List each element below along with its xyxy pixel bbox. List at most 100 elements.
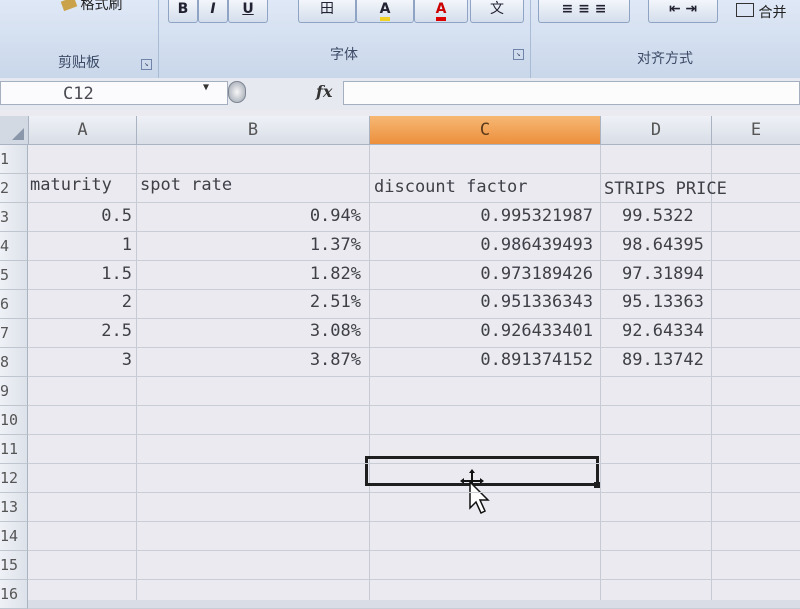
spot-rate-cell[interactable]: 3.08% <box>141 321 361 341</box>
row-header[interactable]: 13 <box>0 493 28 522</box>
row-header[interactable]: 9 <box>0 377 28 406</box>
spot-rate-cell[interactable]: 1.37% <box>141 235 361 255</box>
column-header-e[interactable]: E <box>712 116 800 145</box>
grid-line <box>600 145 601 600</box>
strips-price-cell[interactable]: 98.64395 <box>622 235 728 255</box>
row-header[interactable]: 2 <box>0 174 28 203</box>
column-header-d[interactable]: D <box>601 116 712 145</box>
discount-factor-cell[interactable]: 0.926433401 <box>373 321 593 341</box>
merge-label: 合并 <box>758 5 787 21</box>
spot-rate-cell[interactable]: 0.94% <box>141 206 361 226</box>
header-spot-rate[interactable]: spot rate <box>140 175 232 195</box>
discount-factor-cell[interactable]: 0.995321987 <box>373 206 593 226</box>
fill-color-button[interactable]: A <box>356 0 414 23</box>
underline-button[interactable]: U <box>228 0 268 23</box>
header-maturity[interactable]: maturity <box>30 175 112 195</box>
alignment-group-label: 对齐方式 <box>637 51 693 67</box>
discount-factor-cell[interactable]: 0.891374152 <box>373 350 593 370</box>
maturity-cell[interactable]: 2.5 <box>32 321 132 341</box>
italic-button[interactable]: I <box>198 0 228 23</box>
row-header[interactable]: 5 <box>0 261 28 290</box>
insert-function-button[interactable]: fx <box>316 82 332 101</box>
format-painter-label: 格式刷 <box>80 0 123 13</box>
row-header[interactable]: 16 <box>0 580 28 609</box>
row-header[interactable]: 3 <box>0 203 28 232</box>
bold-button[interactable]: B <box>168 0 198 23</box>
merge-button[interactable]: 合并 <box>736 2 786 22</box>
grid-line <box>28 347 800 348</box>
formula-input[interactable] <box>343 81 800 105</box>
maturity-cell[interactable]: 3 <box>32 350 132 370</box>
row-header[interactable]: 1 <box>0 145 28 174</box>
maturity-cell[interactable]: 0.5 <box>32 206 132 226</box>
strips-price-cell[interactable]: 99.5322 <box>622 206 728 226</box>
header-discount-factor[interactable]: discount factor <box>374 177 528 197</box>
select-all-button[interactable] <box>0 116 29 145</box>
grid-line <box>369 145 370 600</box>
grid-line <box>28 231 800 232</box>
clipboard-group-label: 剪贴板 <box>58 55 100 71</box>
strips-price-cell[interactable]: 92.64334 <box>622 321 728 341</box>
column-header-a[interactable]: A <box>29 116 137 145</box>
row-header[interactable]: 8 <box>0 348 28 377</box>
indent-icon: ⇤ ⇥ <box>668 1 698 17</box>
spot-rate-cell[interactable]: 3.87% <box>141 350 361 370</box>
column-header-c[interactable]: C <box>370 116 601 145</box>
grid-line <box>28 376 800 377</box>
row-header[interactable]: 7 <box>0 319 28 348</box>
row-header[interactable]: 6 <box>0 290 28 319</box>
column-header-b[interactable]: B <box>137 116 370 145</box>
formula-bar: C12 ▼ fx <box>0 78 800 111</box>
strips-price-cell[interactable]: 97.31894 <box>622 264 728 284</box>
resize-handle-icon[interactable] <box>228 81 246 103</box>
spot-rate-cell[interactable]: 2.51% <box>141 292 361 312</box>
clipboard-launcher-icon[interactable]: ↘ <box>141 59 152 70</box>
alignment-group: ≡ ≡ ≡ ⇤ ⇥ 合并 对齐方式 <box>530 0 800 78</box>
discount-factor-cell[interactable]: 0.986439493 <box>373 235 593 255</box>
grid-line <box>28 260 800 261</box>
header-strips-price[interactable]: STRIPS PRICE <box>604 179 727 199</box>
grid-line <box>136 145 137 600</box>
grid-line <box>28 579 800 580</box>
row-header[interactable]: 15 <box>0 551 28 580</box>
grid-line <box>28 434 800 435</box>
indent-button[interactable]: ⇤ ⇥ <box>648 0 718 23</box>
fill-handle[interactable] <box>594 482 600 488</box>
format-painter-button[interactable]: 格式刷 <box>60 0 123 14</box>
grid-line <box>28 289 800 290</box>
row-header[interactable]: 10 <box>0 406 28 435</box>
name-box-dropdown-icon[interactable]: ▼ <box>203 82 209 93</box>
row-header[interactable]: 12 <box>0 464 28 493</box>
grid-line <box>28 202 800 203</box>
maturity-cell[interactable]: 1.5 <box>32 264 132 284</box>
maturity-cell[interactable]: 2 <box>32 292 132 312</box>
phonetic-button[interactable]: 文 <box>470 0 524 23</box>
grid-line <box>28 492 800 493</box>
name-box[interactable]: C12 <box>0 81 228 105</box>
discount-factor-cell[interactable]: 0.973189426 <box>373 264 593 284</box>
grid-line <box>28 405 800 406</box>
strips-price-cell[interactable]: 89.13742 <box>622 350 728 370</box>
align-icon: ≡ ≡ ≡ <box>561 1 607 17</box>
strips-price-cell[interactable]: 95.13363 <box>622 292 728 312</box>
clipboard-group: 格式刷 剪贴板 ↘ <box>0 0 159 78</box>
font-launcher-icon[interactable]: ↘ <box>513 49 524 60</box>
spot-rate-cell[interactable]: 1.82% <box>141 264 361 284</box>
maturity-cell[interactable]: 1 <box>32 235 132 255</box>
border-icon: 田 <box>320 1 334 17</box>
row-header[interactable]: 11 <box>0 435 28 464</box>
ribbon: 格式刷 剪贴板 ↘ B I U 田 A A 文 字体 ↘ ≡ ≡ ≡ ⇤ ⇥ 合… <box>0 0 800 79</box>
discount-factor-cell[interactable]: 0.951336343 <box>373 292 593 312</box>
row-header[interactable]: 14 <box>0 522 28 551</box>
grid-line <box>28 521 800 522</box>
font-color-icon: A <box>435 1 447 21</box>
row-header[interactable]: 4 <box>0 232 28 261</box>
formula-buttons: fx <box>228 81 338 105</box>
spreadsheet-grid: A B C D E maturity spot rate discount fa… <box>0 110 800 609</box>
font-group: B I U 田 A A 文 字体 ↘ <box>158 0 531 78</box>
font-color-button[interactable]: A <box>414 0 468 23</box>
grid-line <box>28 550 800 551</box>
align-left-button[interactable]: ≡ ≡ ≡ <box>538 0 630 23</box>
border-button[interactable]: 田 <box>298 0 356 23</box>
fill-color-icon: A <box>379 1 391 21</box>
